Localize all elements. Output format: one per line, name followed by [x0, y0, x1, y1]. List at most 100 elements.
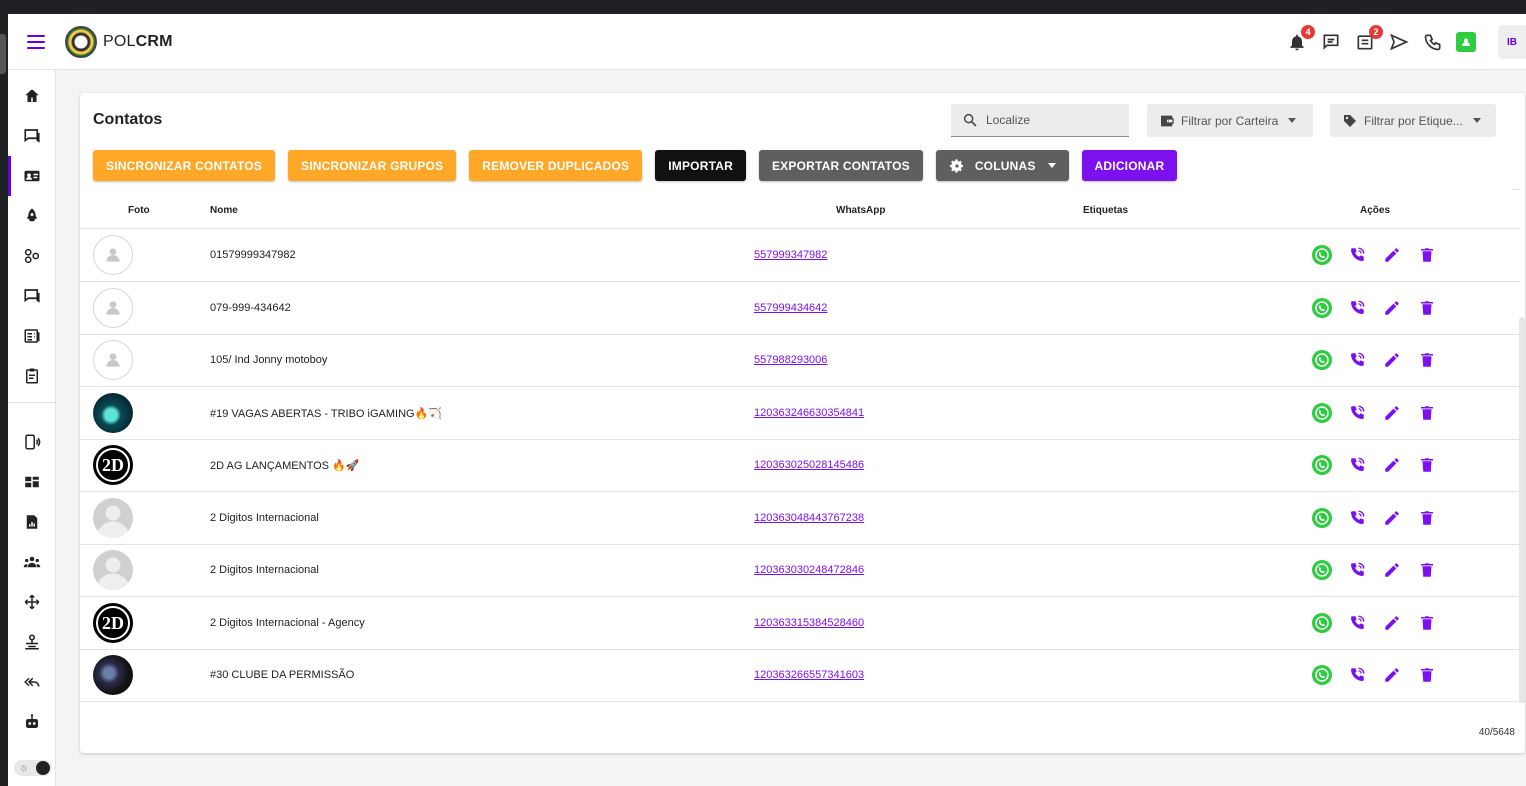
table-row[interactable]: 2 Digitos Internacional 12036303024847284…	[80, 544, 1520, 597]
sidebar-item-home[interactable]	[8, 76, 56, 116]
sync-groups-button[interactable]: SINCRONIZAR GRUPOS	[288, 150, 457, 181]
table-row[interactable]: 105/ Ind Jonny motoboy 557988293006	[80, 334, 1520, 387]
call-icon[interactable]	[1346, 402, 1368, 424]
toolbar: SINCRONIZAR CONTATOS SINCRONIZAR GRUPOS …	[93, 150, 1178, 181]
call-icon[interactable]	[1346, 349, 1368, 371]
edit-icon[interactable]	[1381, 559, 1403, 581]
sidebar-item-queues[interactable]	[8, 622, 56, 662]
whatsapp-link[interactable]: 120363266557341603	[754, 669, 864, 681]
sidebar-item-devices[interactable]	[8, 422, 56, 462]
whatsapp-link[interactable]: 557999434642	[754, 302, 827, 314]
table-row[interactable]: 2 Digitos Internacional 12036304844376723…	[80, 492, 1520, 545]
table-row[interactable]: #19 VAGAS ABERTAS - TRIBO iGAMING🔥🏹 12036…	[80, 387, 1520, 440]
sidebar-item-reports[interactable]	[8, 502, 56, 542]
header-name: Nome	[210, 205, 238, 216]
edit-icon[interactable]	[1381, 402, 1403, 424]
call-icon[interactable]	[1346, 612, 1368, 634]
chevron-down-icon	[1288, 118, 1297, 123]
edit-icon[interactable]	[1381, 454, 1403, 476]
tag-filter[interactable]: Filtrar por Etique...	[1330, 104, 1496, 137]
contact-avatar: 2D	[93, 445, 133, 485]
table-row[interactable]: #30 CLUBE DA PERMISSÃO 120363266557341603	[80, 649, 1520, 702]
export-contacts-button[interactable]: EXPORTAR CONTATOS	[758, 150, 923, 181]
row-actions	[1311, 454, 1451, 476]
delete-icon[interactable]	[1416, 559, 1438, 581]
sidebar-item-dashboard[interactable]	[8, 462, 56, 502]
call-icon[interactable]	[1346, 244, 1368, 266]
sidebar-item-kanban[interactable]	[8, 316, 56, 356]
sidebar-item-users[interactable]	[8, 542, 56, 582]
call-icon[interactable]	[1346, 297, 1368, 319]
edit-icon[interactable]	[1381, 664, 1403, 686]
whatsapp-link[interactable]: 120363030248472846	[754, 564, 864, 576]
table-row[interactable]: 2D 2D AG LANÇAMENTOS 🔥🚀 120363025028145486	[80, 439, 1520, 492]
scrollbar[interactable]	[1519, 317, 1525, 707]
phone-icon[interactable]	[1422, 31, 1444, 53]
search-box[interactable]	[951, 104, 1129, 137]
delete-icon[interactable]	[1416, 402, 1438, 424]
whatsapp-link[interactable]: 557999347982	[754, 249, 827, 261]
remove-duplicates-button[interactable]: REMOVER DUPLICADOS	[469, 150, 643, 181]
row-actions	[1311, 664, 1451, 686]
delete-icon[interactable]	[1416, 612, 1438, 634]
delete-icon[interactable]	[1416, 244, 1438, 266]
delete-icon[interactable]	[1416, 297, 1438, 319]
table-row[interactable]: 2D 2 Digitos Internacional - Agency 120363…	[80, 597, 1520, 650]
call-icon[interactable]	[1346, 507, 1368, 529]
search-input[interactable]	[986, 113, 1126, 127]
sync-contacts-button[interactable]: SINCRONIZAR CONTATOS	[93, 150, 275, 181]
table-row[interactable]: 079-999-434642 557999434642	[80, 282, 1520, 335]
sidebar-item-connections[interactable]	[8, 236, 56, 276]
delete-icon[interactable]	[1416, 664, 1438, 686]
add-contact-button[interactable]: ADICIONAR	[1081, 150, 1178, 181]
sidebar-item-chats[interactable]	[8, 276, 56, 316]
edit-icon[interactable]	[1381, 349, 1403, 371]
call-icon[interactable]	[1346, 664, 1368, 686]
messages-icon[interactable]	[1320, 31, 1342, 53]
whatsapp-icon[interactable]	[1311, 349, 1333, 371]
whatsapp-link[interactable]: 557988293006	[754, 354, 827, 366]
table-row[interactable]: 01579999347982 557999347982	[80, 229, 1520, 282]
whatsapp-icon[interactable]	[1311, 664, 1333, 686]
whatsapp-link[interactable]: 120363048443767238	[754, 512, 864, 524]
whatsapp-icon[interactable]	[1311, 454, 1333, 476]
tasks-icon[interactable]: 2	[1354, 25, 1383, 53]
edit-icon[interactable]	[1381, 244, 1403, 266]
call-icon[interactable]	[1346, 559, 1368, 581]
whatsapp-icon[interactable]	[1311, 297, 1333, 319]
contact-name: 079-999-434642	[210, 301, 291, 314]
whatsapp-link[interactable]: 120363246630354841	[754, 407, 864, 419]
user-avatar[interactable]: IB	[1498, 25, 1526, 59]
theme-toggle[interactable]: ☼	[14, 758, 56, 778]
sidebar-item-quick-replies[interactable]	[8, 662, 56, 702]
whatsapp-icon[interactable]	[1311, 559, 1333, 581]
whatsapp-icon[interactable]	[1311, 402, 1333, 424]
delete-icon[interactable]	[1416, 507, 1438, 529]
whatsapp-icon[interactable]	[1311, 507, 1333, 529]
menu-icon[interactable]	[27, 34, 45, 49]
tag-icon	[1344, 114, 1356, 127]
sidebar-item-bots[interactable]	[8, 702, 56, 742]
sidebar-item-campaigns[interactable]	[8, 196, 56, 236]
whatsapp-icon[interactable]	[1311, 612, 1333, 634]
wallet-filter[interactable]: Filtrar por Carteira	[1147, 104, 1313, 137]
whatsapp-icon[interactable]	[1311, 244, 1333, 266]
send-icon[interactable]	[1388, 31, 1410, 53]
edit-icon[interactable]	[1381, 297, 1403, 319]
notifications-icon[interactable]: 4	[1286, 25, 1315, 53]
sidebar-item-contacts[interactable]	[8, 156, 56, 196]
contact-name: 2 Digitos Internacional	[210, 511, 319, 524]
sidebar-item-chat[interactable]	[8, 116, 56, 156]
sidebar-item-tasks[interactable]	[8, 356, 56, 396]
sidebar-item-transfer[interactable]	[8, 582, 56, 622]
import-button[interactable]: IMPORTAR	[655, 150, 746, 181]
edit-icon[interactable]	[1381, 507, 1403, 529]
call-icon[interactable]	[1346, 454, 1368, 476]
status-icon[interactable]	[1456, 32, 1476, 52]
columns-button[interactable]: COLUNAS	[935, 150, 1069, 181]
edit-icon[interactable]	[1381, 612, 1403, 634]
whatsapp-link[interactable]: 120363025028145486	[754, 459, 864, 471]
whatsapp-link[interactable]: 120363315384528460	[754, 617, 864, 629]
delete-icon[interactable]	[1416, 454, 1438, 476]
delete-icon[interactable]	[1416, 349, 1438, 371]
